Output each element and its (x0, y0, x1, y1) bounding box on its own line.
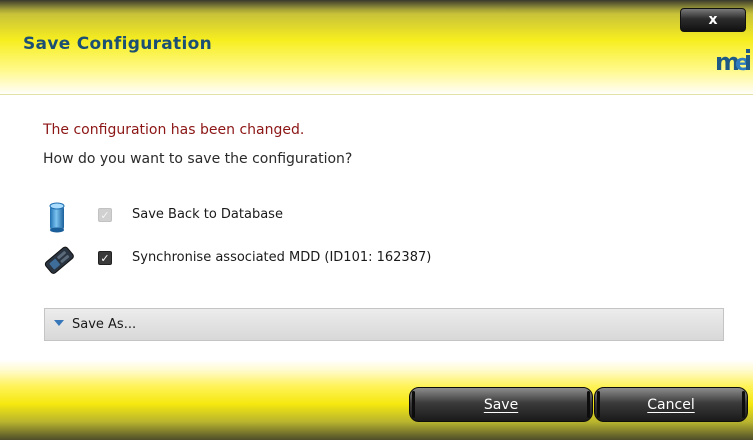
sync-mdd-label: Synchronise associated MDD (ID101: 16238… (132, 250, 432, 265)
database-icon (49, 202, 65, 233)
save-button[interactable]: Save (409, 387, 593, 422)
mei-logo: m e (715, 46, 753, 81)
changed-message: The configuration has been changed. (43, 122, 305, 138)
save-to-database-checkbox[interactable]: ✓ (98, 208, 112, 222)
save-button-label: Save (483, 396, 519, 413)
save-button-left-cap (412, 391, 415, 418)
option-sync-mdd: ✓ Synchronise associated MDD (ID101: 162… (40, 243, 540, 275)
chevron-down-icon (54, 320, 64, 326)
close-icon: x (708, 12, 718, 28)
cancel-button-right-cap (742, 391, 745, 418)
dialog-header: Save Configuration x m e (0, 0, 753, 95)
cancel-button-label: Cancel (647, 396, 695, 413)
header-divider (0, 94, 753, 95)
save-to-database-label: Save Back to Database (132, 207, 283, 222)
option-save-to-database: ✓ Save Back to Database (40, 200, 540, 233)
mdd-device-icon (44, 246, 74, 274)
mei-logo-graphic: m e (715, 48, 750, 76)
header-top-edge (0, 0, 753, 9)
save-configuration-dialog: Save Configuration x m e The configurati… (0, 0, 753, 440)
sync-mdd-checkbox[interactable]: ✓ (98, 251, 112, 265)
dialog-title: Save Configuration (23, 34, 212, 54)
question-message: How do you want to save the configuratio… (43, 151, 353, 167)
close-button[interactable]: x (680, 8, 746, 32)
save-as-label: Save As... (72, 317, 137, 332)
save-button-right-cap (587, 391, 590, 418)
cancel-button-left-cap (597, 391, 600, 418)
cancel-button[interactable]: Cancel (594, 387, 748, 422)
save-as-expander[interactable]: Save As... (44, 308, 724, 341)
